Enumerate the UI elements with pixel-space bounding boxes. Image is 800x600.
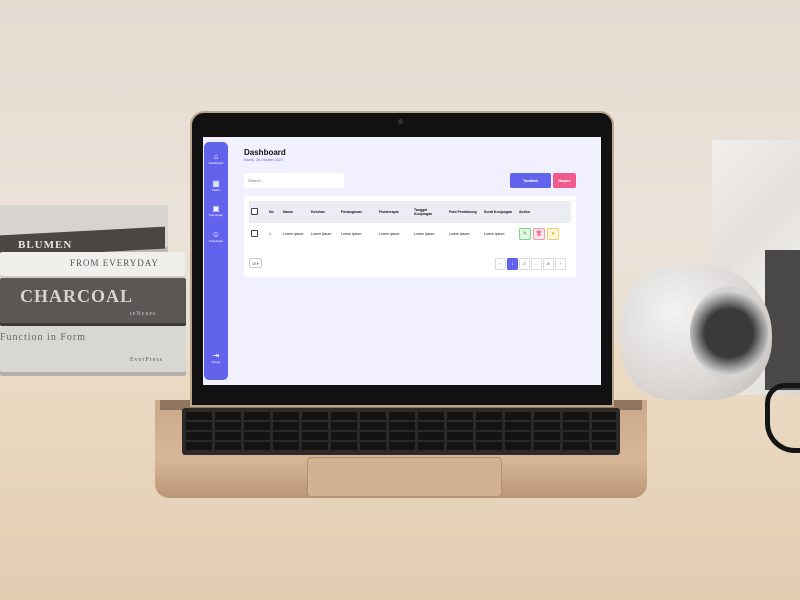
next-page-button[interactable]: › — [555, 258, 566, 270]
key-row — [186, 442, 616, 450]
cell-foto: Lorem Ipsum — [449, 232, 470, 236]
book-4-title: Function in Form — [0, 332, 87, 343]
pencil-icon[interactable]: ✎ — [519, 228, 531, 240]
column-header[interactable]: No — [267, 201, 281, 223]
sidebar-item-label: Kader — [211, 188, 220, 192]
add-button[interactable]: Tambah — [510, 173, 551, 188]
delete-button[interactable]: Hapus — [553, 173, 576, 188]
pagination: ‹ 1 2 ... 8 › — [495, 258, 566, 270]
column-header: Action — [517, 201, 571, 223]
per-page-select[interactable]: 10 ▾ — [249, 258, 262, 268]
column-header[interactable]: Penanganan — [339, 201, 377, 223]
column-header[interactable]: Nama — [281, 201, 309, 223]
sidebar-item-kunjungan[interactable]: ▣ Kunjungan — [204, 204, 228, 217]
prev-page-button[interactable]: ‹ — [495, 258, 506, 270]
book-1: BLUMEN — [0, 205, 168, 258]
row-select-cell — [249, 223, 267, 245]
sidebar-item-kunjungan-user[interactable]: ☺ Kunjungan — [204, 230, 228, 243]
column-header[interactable]: Foto Pendukung — [447, 201, 482, 223]
page-ellipsis: ... — [531, 258, 542, 270]
data-table: No Nama Keluhan Penanganan Fisioterapis … — [249, 201, 571, 245]
sidebar: ⌂ Dashboard ▦ Kader ▣ Kunjungan ☺ Kunjun… — [204, 142, 228, 380]
book-4: Function in Form EverPress — [0, 326, 186, 376]
page-button[interactable]: 2 — [519, 258, 530, 270]
page-button[interactable]: 1 — [507, 258, 518, 270]
book-2-title: FROM EVERYDAY — [70, 258, 159, 268]
logout-label: Keluar — [211, 360, 221, 364]
trackpad — [307, 457, 502, 497]
sidebar-item-dashboard[interactable]: ⌂ Dashboard — [204, 152, 228, 165]
row-checkbox[interactable] — [251, 230, 258, 237]
sidebar-item-label: Kunjungan — [208, 239, 224, 243]
cell-fisioterapis: Lorem Ipsum — [379, 232, 400, 236]
page-title: Dashboard — [244, 148, 286, 157]
data-table-card: No Nama Keluhan Penanganan Fisioterapis … — [244, 196, 576, 277]
book-3-title: CHARCOAL — [20, 286, 134, 306]
book-3: CHARCOAL teNeues — [0, 278, 186, 326]
cell-surat: Lorem Ipsum — [484, 232, 505, 236]
star-icon[interactable]: ★ — [547, 228, 559, 240]
page-button[interactable]: 8 — [543, 258, 554, 270]
book-1-title: BLUMEN — [18, 239, 73, 251]
table-header-row: No Nama Keluhan Penanganan Fisioterapis … — [249, 201, 571, 223]
per-page-value: 10 — [252, 262, 256, 266]
column-header[interactable]: Keluhan — [309, 201, 339, 223]
laptop-screen: ⌂ Dashboard ▦ Kader ▣ Kunjungan ☺ Kunjun… — [203, 137, 601, 385]
sidebar-item-kader[interactable]: ▦ Kader — [204, 179, 228, 192]
speaker-grill — [690, 287, 768, 379]
cell-no: 1 — [269, 232, 271, 236]
book-3-publisher: teNeues — [130, 311, 157, 317]
speaker — [622, 265, 772, 400]
cell-action: ✎ 🗑 ★ — [517, 223, 571, 245]
select-all-checkbox[interactable] — [251, 208, 258, 215]
laptop-lid: ⌂ Dashboard ▦ Kader ▣ Kunjungan ☺ Kunjun… — [192, 113, 612, 405]
cell-keluhan: Lorem Ipsum — [311, 232, 332, 236]
cell-penanganan: Lorem Ipsum — [341, 232, 362, 236]
home-icon: ⌂ — [213, 152, 219, 161]
key-row — [186, 422, 616, 430]
logout-button[interactable]: ⇥ Keluar — [204, 351, 228, 364]
table-row: 1 Lorem Ipsum Lorem Ipsum Lorem Ipsum Lo… — [249, 223, 571, 245]
user-icon: ☺ — [211, 230, 221, 239]
select-all-cell — [249, 201, 267, 223]
keyboard — [182, 408, 620, 455]
building-icon: ▦ — [212, 179, 220, 188]
search-input[interactable] — [244, 173, 344, 188]
trash-icon[interactable]: 🗑 — [533, 228, 545, 240]
column-header[interactable]: Surat Kunjungan — [482, 201, 517, 223]
key-row — [186, 412, 616, 420]
webcam — [398, 119, 403, 124]
cell-tanggal: Lorem Ipsum — [414, 232, 435, 236]
key-row — [186, 432, 616, 440]
sidebar-item-label: Kunjungan — [208, 213, 224, 217]
page-date: Kamis, 26 Oktober 2023 — [244, 158, 283, 162]
logout-icon: ⇥ — [212, 351, 220, 360]
clipboard-icon: ▣ — [212, 204, 220, 213]
column-header[interactable]: Tanggal Kunjungan — [412, 201, 447, 223]
cell-nama: Lorem Ipsum — [283, 232, 304, 236]
book-2: FROM EVERYDAY — [0, 252, 185, 278]
book-4-publisher: EverPress — [130, 357, 163, 363]
column-header[interactable]: Fisioterapis — [377, 201, 412, 223]
sidebar-item-label: Dashboard — [208, 161, 224, 165]
